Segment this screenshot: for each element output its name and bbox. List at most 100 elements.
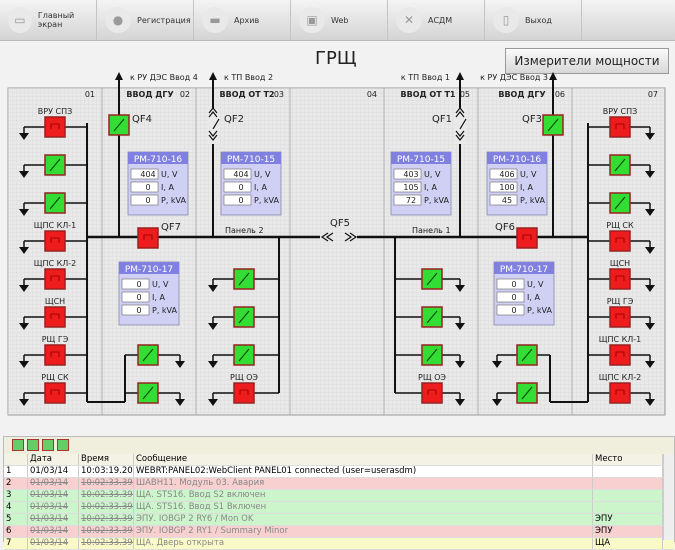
label: ВРУ СПЗ <box>38 107 72 116</box>
cell: ЭПУ. IOBGP 2 RY1 / Summary Minor <box>134 526 593 537</box>
cell: 10:02:33.391 <box>81 490 134 501</box>
feeder-switch[interactable] <box>44 268 66 290</box>
image-icon: ▣ <box>299 7 325 33</box>
toolbar-button[interactable]: ▯ Выход <box>485 0 582 40</box>
toolbar-label: АСДМ <box>428 15 453 25</box>
label: U, V <box>152 280 169 289</box>
cell: ЭПУ. IOBGP 2 RY6 / Mon OK <box>134 514 593 525</box>
label: Панель 2 <box>225 226 264 235</box>
grid <box>8 88 665 415</box>
table-row[interactable]: 2 01/03/14 10:02:33.391 ШАВН11. Модуль 03. … <box>4 478 674 490</box>
toolbar-button[interactable]: ▣ Web <box>291 0 388 40</box>
cell <box>593 502 663 513</box>
log-first-icon[interactable] <box>12 439 24 451</box>
breaker-qf7[interactable] <box>137 227 159 249</box>
label: 0 <box>238 196 243 205</box>
label: РЩ ГЭ <box>42 335 69 344</box>
feeder-switch[interactable] <box>609 116 631 138</box>
cell: 01/03/14 <box>28 502 79 513</box>
label: 0 <box>136 280 141 289</box>
table-row[interactable]: 6 01/03/14 10:02:33.391 ЭПУ. IOBGP 2 RY1 / … <box>4 526 674 538</box>
label: ЩПС КЛ-1 <box>599 335 642 344</box>
tools-icon: ✕ <box>396 7 422 33</box>
cell: 01/03/14 <box>28 490 79 501</box>
label: ЩСН <box>610 259 630 268</box>
toolbar: ▭ Главный экран ● Регистрация ▬ Архив ▣ Web ✕ АСД… <box>0 0 675 41</box>
cell: 1 <box>4 466 28 477</box>
feeder-switch[interactable] <box>44 230 66 252</box>
feeder-switch[interactable] <box>609 344 631 366</box>
label: QF5 <box>330 218 350 229</box>
label: QF2 <box>224 114 244 125</box>
feeder-switch[interactable] <box>421 382 443 404</box>
toolbar-button[interactable]: ✕ АСДМ <box>388 0 485 40</box>
toolbar-label: Регистрация <box>137 15 191 25</box>
event-log: Дата Время Сообщение Место 1 01/03/14 10:03:19… <box>3 436 675 550</box>
cell: ШАВН11. Модуль 03. Авария <box>134 478 593 489</box>
label: ЩПС КЛ-1 <box>34 221 77 230</box>
label: I, A <box>152 293 165 302</box>
feeder-switch[interactable] <box>609 306 631 328</box>
gap <box>455 108 465 144</box>
label: PM-710-16 <box>134 155 183 165</box>
label: I, A <box>520 183 533 192</box>
label: 02 <box>180 90 190 99</box>
table-row[interactable]: 5 01/03/14 10:02:33.391 ЭПУ. IOBGP 2 RY6 / … <box>4 514 674 526</box>
label: к РУ ДЭС Ввод 3 <box>480 73 548 82</box>
table-row[interactable]: 3 01/03/14 10:02:33.391 ЩА. STS16. Ввод S2 … <box>4 490 674 502</box>
log-prev-icon[interactable] <box>27 439 39 451</box>
cell: 10:02:33.391 <box>81 478 134 489</box>
log-next-icon[interactable] <box>42 439 54 451</box>
label: QF7 <box>161 222 181 233</box>
label: I, A <box>161 183 174 192</box>
feeder-switch[interactable] <box>609 230 631 252</box>
label: 05 <box>460 90 470 99</box>
label: ВВОД ОТ Т1 <box>401 90 456 99</box>
label: ЩПС КЛ-2 <box>599 373 642 382</box>
cell: 01/03/14 <box>28 526 79 537</box>
monitor-icon: ▭ <box>8 7 32 33</box>
label: 0 <box>511 306 516 315</box>
feeder-switch[interactable] <box>44 116 66 138</box>
table-row[interactable]: 1 01/03/14 10:03:19.204 WEBRT:PANEL02:WebCl… <box>4 466 674 478</box>
feeder-switch[interactable] <box>609 382 631 404</box>
toolbar-label: Выход <box>525 15 552 25</box>
label: 07 <box>648 90 658 99</box>
cell: Дата <box>28 454 79 465</box>
label: QF1 <box>432 114 452 125</box>
toolbar-button[interactable]: ● Регистрация <box>97 0 194 40</box>
arrow-up-icon <box>209 72 217 80</box>
cell: 5 <box>4 514 28 525</box>
cell: 10:02:33.391 <box>81 526 134 537</box>
cell <box>593 466 663 477</box>
label: U, V <box>161 170 178 179</box>
cell: ЭПУ <box>593 514 663 525</box>
label: 72 <box>406 196 416 205</box>
feeder-switch[interactable] <box>233 382 255 404</box>
label: 406 <box>499 170 514 179</box>
label: 0 <box>238 183 243 192</box>
label: 404 <box>140 170 155 179</box>
label: 03 <box>274 90 284 99</box>
label: PM-710-16 <box>493 155 542 165</box>
feeder-switch[interactable] <box>44 344 66 366</box>
label: 04 <box>367 90 377 99</box>
label: P, kVA <box>520 196 546 205</box>
feeder-switch[interactable] <box>44 382 66 404</box>
table-header: Дата Время Сообщение Место <box>4 454 674 466</box>
label: U, V <box>520 170 537 179</box>
log-last-icon[interactable] <box>57 439 69 451</box>
toolbar-button[interactable]: ▭ Главный экран <box>0 0 97 40</box>
feeder-switch[interactable] <box>44 306 66 328</box>
label: P, kVA <box>161 196 187 205</box>
cell: 10:02:33.391 <box>81 502 134 513</box>
label: 100 <box>499 183 514 192</box>
log-scrollbar[interactable] <box>663 454 674 540</box>
breaker-qf6[interactable] <box>516 227 538 249</box>
feeder-switch[interactable] <box>609 268 631 290</box>
label: P, kVA <box>424 196 450 205</box>
toolbar-button[interactable]: ▬ Архив <box>194 0 291 40</box>
table-row[interactable]: 4 01/03/14 10:02:33.391 ЩА. STS16. Ввод S1 … <box>4 502 674 514</box>
label: РЩ ОЭ <box>418 373 446 382</box>
label: I, A <box>254 183 267 192</box>
